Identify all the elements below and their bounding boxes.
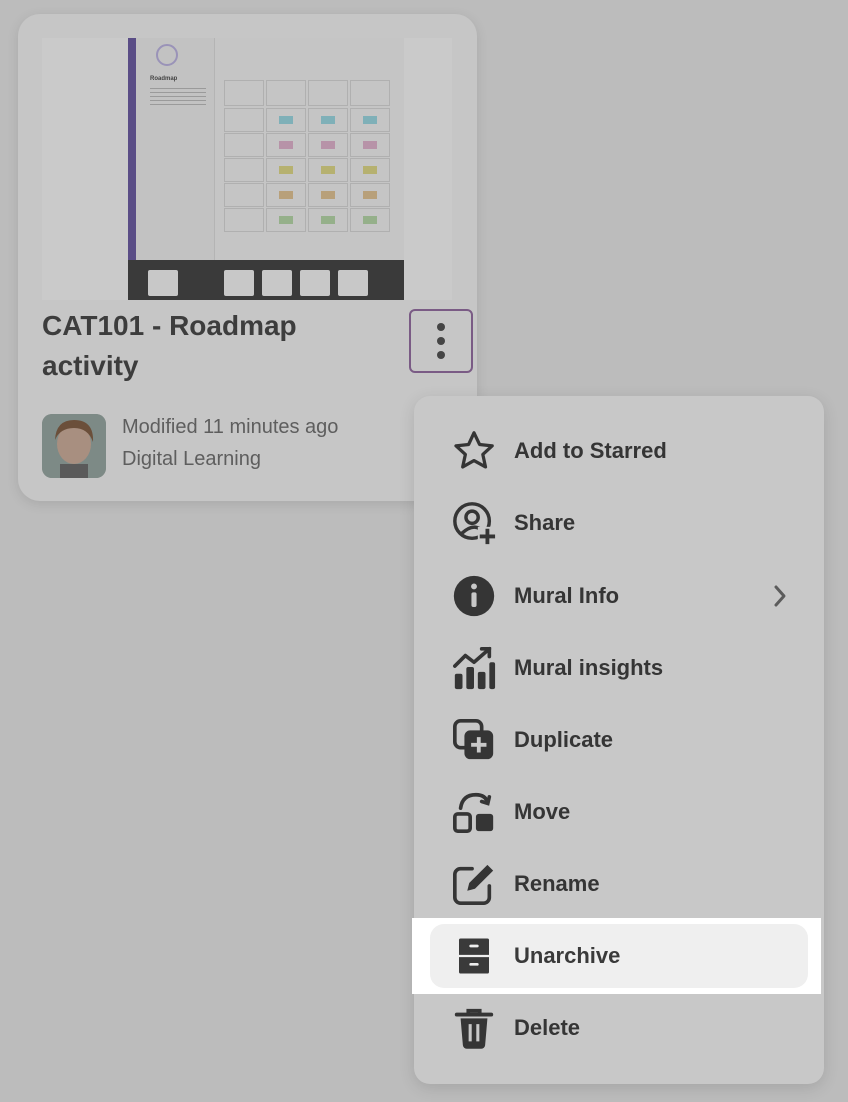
more-dots-icon-middle bbox=[437, 337, 445, 345]
board-sidebar-strip bbox=[128, 38, 136, 260]
menu-item-label: Unarchive bbox=[514, 943, 621, 968]
chevron-right-icon bbox=[770, 583, 790, 609]
avatar bbox=[42, 414, 106, 478]
more-dots-icon bbox=[437, 323, 445, 331]
menu-item-delete[interactable]: Delete bbox=[414, 998, 824, 1058]
menu-item-label: Move bbox=[514, 799, 571, 824]
trash-icon bbox=[450, 1004, 498, 1052]
menu-item-add-to-starred[interactable]: Add to Starred bbox=[414, 421, 824, 481]
star-icon bbox=[450, 427, 498, 475]
modified-time: Modified 11 minutes ago bbox=[122, 416, 339, 438]
menu-item-label: Rename bbox=[514, 871, 600, 896]
board-logo-icon bbox=[156, 44, 178, 66]
board-preview: Roadmap bbox=[128, 38, 404, 300]
menu-item-move[interactable]: Move bbox=[414, 782, 824, 842]
menu-item-label: Share bbox=[514, 510, 576, 535]
menu-item-label: Mural Info bbox=[514, 583, 620, 608]
unarchive-highlight: Unarchive bbox=[412, 918, 821, 994]
mural-title[interactable]: CAT101 - Roadmap activity bbox=[42, 306, 372, 386]
move-icon bbox=[450, 788, 498, 836]
rename-pencil-icon bbox=[450, 860, 498, 908]
menu-item-label: Duplicate bbox=[514, 727, 614, 752]
info-icon bbox=[450, 572, 498, 620]
mural-card[interactable]: Roadmap CAT101 - Roadmap activity Modifi… bbox=[18, 14, 477, 501]
board-left-panel: Roadmap bbox=[136, 38, 215, 260]
menu-item-label: Add to Starred bbox=[514, 438, 667, 463]
menu-item-duplicate[interactable]: Duplicate bbox=[414, 710, 824, 770]
menu-item-share[interactable]: Share bbox=[414, 493, 824, 553]
archive-cabinet-icon bbox=[450, 932, 498, 980]
menu-item-unarchive[interactable]: Unarchive bbox=[414, 926, 824, 986]
board-description-lines bbox=[150, 88, 206, 106]
more-dots-icon-bottom bbox=[437, 351, 445, 359]
menu-item-label: Mural insights bbox=[514, 655, 664, 680]
share-user-icon bbox=[450, 499, 498, 547]
board-bottom-bar bbox=[128, 260, 404, 300]
menu-item-mural-info[interactable]: Mural Info bbox=[414, 566, 824, 626]
menu-item-rename[interactable]: Rename bbox=[414, 854, 824, 914]
more-options-button[interactable] bbox=[409, 309, 473, 373]
insights-chart-icon bbox=[450, 644, 498, 692]
menu-item-label: Delete bbox=[514, 1015, 581, 1040]
board-grid bbox=[224, 80, 392, 232]
duplicate-icon bbox=[450, 716, 498, 764]
workspace-name: Digital Learning bbox=[122, 448, 261, 470]
mural-thumbnail[interactable]: Roadmap bbox=[42, 38, 452, 300]
menu-item-mural-insights[interactable]: Mural insights bbox=[414, 638, 824, 698]
board-preview-title: Roadmap bbox=[150, 76, 178, 82]
